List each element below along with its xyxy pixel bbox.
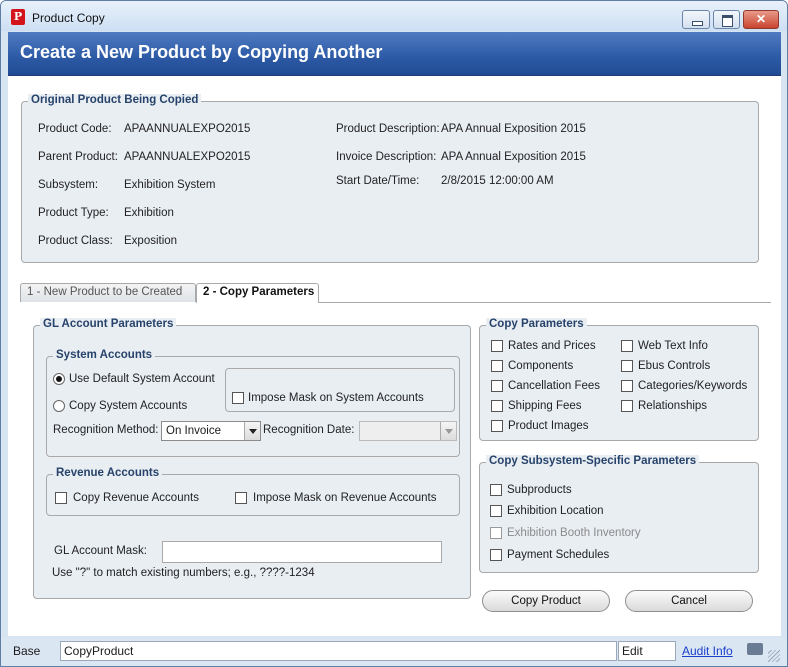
product-description-label: Product Description: <box>336 123 440 135</box>
impose-mask-system-label: Impose Mask on System Accounts <box>248 392 424 404</box>
recognition-date-select[interactable] <box>359 421 457 441</box>
resize-grip-icon[interactable] <box>768 650 780 662</box>
minimize-button[interactable] <box>682 10 710 29</box>
cancellation-fees-label: Cancellation Fees <box>508 380 601 392</box>
categories-label: Categories/Keywords <box>638 380 748 392</box>
recognition-method-label: Recognition Method: <box>53 424 159 436</box>
page-header: Create a New Product by Copying Another <box>8 32 781 76</box>
subsystem-parameters-group: Copy Subsystem-Specific Parameters Subpr… <box>479 455 759 573</box>
product-images-checkbox[interactable] <box>491 420 503 432</box>
start-date-value: 2/8/2015 12:00:00 AM <box>441 175 554 187</box>
gl-account-legend: GL Account Parameters <box>40 318 177 330</box>
rates-checkbox[interactable] <box>491 340 503 352</box>
web-text-label: Web Text Info <box>638 340 708 352</box>
title-bar: P Product Copy <box>1 1 787 31</box>
gl-mask-input[interactable] <box>162 541 442 563</box>
product-type-value: Exhibition <box>124 207 174 219</box>
rates-label: Rates and Prices <box>508 340 596 352</box>
gl-mask-hint: Use "?" to match existing numbers; e.g.,… <box>52 567 315 579</box>
chevron-down-icon <box>440 422 456 440</box>
cancellation-fees-checkbox[interactable] <box>491 380 503 392</box>
status-base-label: Base <box>13 644 41 658</box>
ebus-controls-checkbox[interactable] <box>621 360 633 372</box>
web-text-checkbox[interactable] <box>621 340 633 352</box>
product-type-label: Product Type: <box>38 207 109 219</box>
subproducts-checkbox[interactable] <box>490 484 502 496</box>
impose-mask-revenue-checkbox[interactable] <box>235 492 247 504</box>
impose-mask-system-box: Impose Mask on System Accounts <box>225 368 455 412</box>
copy-system-accounts-label: Copy System Accounts <box>69 400 188 412</box>
product-description-value: APA Annual Exposition 2015 <box>441 123 586 135</box>
original-product-group: Original Product Being Copied Product Co… <box>21 94 759 263</box>
parent-product-label: Parent Product: <box>38 151 118 163</box>
cancel-button[interactable]: Cancel <box>625 590 753 612</box>
tab-new-product[interactable]: 1 - New Product to be Created <box>20 283 196 302</box>
booth-inventory-label: Exhibition Booth Inventory <box>507 527 641 539</box>
revenue-accounts-legend: Revenue Accounts <box>53 467 163 479</box>
copy-revenue-label: Copy Revenue Accounts <box>73 492 199 504</box>
invoice-description-value: APA Annual Exposition 2015 <box>441 151 586 163</box>
use-default-system-radio[interactable] <box>53 373 65 385</box>
relationships-checkbox[interactable] <box>621 400 633 412</box>
app-logo-icon: P <box>11 9 25 25</box>
impose-mask-system-checkbox[interactable] <box>232 392 244 404</box>
revenue-accounts-group: Revenue Accounts Copy Revenue Accounts I… <box>46 467 460 516</box>
recognition-date-label: Recognition Date: <box>263 424 355 436</box>
payment-schedules-checkbox[interactable] <box>490 549 502 561</box>
exhibition-location-label: Exhibition Location <box>507 505 604 517</box>
exhibition-location-checkbox[interactable] <box>490 505 502 517</box>
window-title: Product Copy <box>32 11 105 25</box>
impose-mask-revenue-label: Impose Mask on Revenue Accounts <box>253 492 437 504</box>
copy-revenue-checkbox[interactable] <box>55 492 67 504</box>
recognition-method-value: On Invoice <box>166 425 221 437</box>
product-class-label: Product Class: <box>38 235 113 247</box>
product-copy-window: P Product Copy Create a New Product by C… <box>0 0 788 667</box>
shipping-fees-label: Shipping Fees <box>508 400 582 412</box>
tab-divider <box>319 302 771 303</box>
audit-info-link[interactable]: Audit Info <box>682 644 733 658</box>
status-bar: Base CopyProduct Edit Audit Info <box>1 638 787 666</box>
gl-account-group: GL Account Parameters System Accounts Us… <box>33 318 471 599</box>
page-title: Create a New Product by Copying Another <box>20 42 383 62</box>
status-mode: Edit <box>618 641 676 661</box>
start-date-label: Start Date/Time: <box>336 175 420 187</box>
printer-icon[interactable] <box>747 643 763 655</box>
subproducts-label: Subproducts <box>507 484 572 496</box>
product-images-label: Product Images <box>508 420 589 432</box>
system-accounts-legend: System Accounts <box>53 349 156 361</box>
maximize-button[interactable] <box>713 10 740 29</box>
product-class-value: Exposition <box>124 235 178 247</box>
invoice-description-label: Invoice Description: <box>336 151 437 163</box>
shipping-fees-checkbox[interactable] <box>491 400 503 412</box>
content-area: Original Product Being Copied Product Co… <box>8 76 781 636</box>
components-checkbox[interactable] <box>491 360 503 372</box>
product-code-label: Product Code: <box>38 123 112 135</box>
original-product-legend: Original Product Being Copied <box>28 94 202 106</box>
gl-mask-label: GL Account Mask: <box>54 545 147 557</box>
copy-parameters-group: Copy Parameters Rates and Prices Compone… <box>479 318 759 441</box>
categories-checkbox[interactable] <box>621 380 633 392</box>
copy-parameters-legend: Copy Parameters <box>486 318 587 330</box>
subsystem-value: Exhibition System <box>124 179 216 191</box>
use-default-system-label: Use Default System Account <box>69 373 215 385</box>
system-accounts-group: System Accounts Use Default System Accou… <box>46 349 460 457</box>
tab-copy-parameters[interactable]: 2 - Copy Parameters <box>196 283 319 303</box>
copy-product-button[interactable]: Copy Product <box>482 590 610 612</box>
payment-schedules-label: Payment Schedules <box>507 549 610 561</box>
subsystem-label: Subsystem: <box>38 179 99 191</box>
close-button[interactable] <box>743 10 779 29</box>
status-form-name: CopyProduct <box>60 641 617 661</box>
components-label: Components <box>508 360 574 372</box>
recognition-method-select[interactable]: On Invoice <box>161 421 261 441</box>
chevron-down-icon <box>244 422 260 440</box>
booth-inventory-checkbox[interactable] <box>490 527 502 539</box>
parent-product-value: APAANNUALEXPO2015 <box>124 151 251 163</box>
product-code-value: APAANNUALEXPO2015 <box>124 123 251 135</box>
copy-system-accounts-radio[interactable] <box>53 400 65 412</box>
ebus-controls-label: Ebus Controls <box>638 360 711 372</box>
subsystem-parameters-legend: Copy Subsystem-Specific Parameters <box>486 455 700 467</box>
relationships-label: Relationships <box>638 400 708 412</box>
